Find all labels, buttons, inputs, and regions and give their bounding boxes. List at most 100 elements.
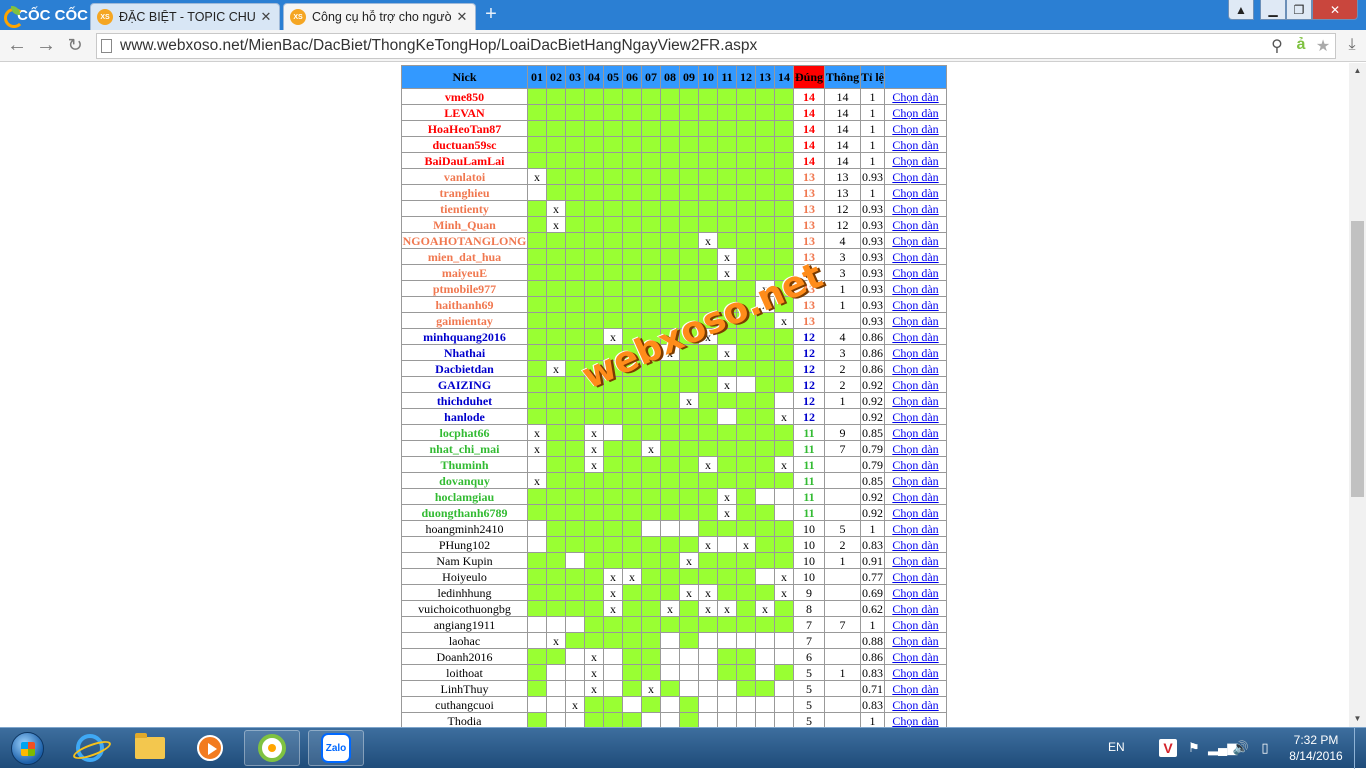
chon-dan-link[interactable]: Chọn dàn bbox=[892, 106, 938, 120]
chon-dan-link[interactable]: Chọn dàn bbox=[892, 538, 938, 552]
row-dung-count: 14 bbox=[793, 136, 825, 153]
url-text[interactable]: www.webxoso.net/MienBac/DacBiet/ThongKeT… bbox=[120, 37, 757, 55]
empty-cell bbox=[660, 712, 680, 727]
chon-dan-link[interactable]: Chọn dàn bbox=[892, 410, 938, 424]
chon-dan-link[interactable]: Chọn dàn bbox=[892, 298, 938, 312]
tab-cong-cu-ho-tro[interactable]: XS Công cụ hỗ trợ cho người ✕ bbox=[283, 3, 476, 30]
download-icon[interactable]: ⤓ bbox=[1342, 36, 1362, 56]
taskbar-zalo[interactable]: Zalo bbox=[308, 730, 364, 766]
empty-cell bbox=[527, 520, 547, 537]
chon-dan-link[interactable]: Chọn dàn bbox=[892, 602, 938, 616]
network-signal-icon[interactable]: ▂▄▆ bbox=[1208, 739, 1237, 757]
chon-dan-link[interactable]: Chọn dàn bbox=[892, 202, 938, 216]
close-window-icon[interactable]: ✕ bbox=[1312, 0, 1358, 20]
header-day-02: 02 bbox=[546, 65, 566, 89]
hit-cell bbox=[584, 168, 604, 185]
chon-dan-link[interactable]: Chọn dàn bbox=[892, 138, 938, 152]
action-center-flag-icon[interactable]: ⚑ bbox=[1185, 739, 1203, 757]
taskbar-media-player[interactable] bbox=[182, 730, 238, 766]
chon-dan-link[interactable]: Chọn dàn bbox=[892, 266, 938, 280]
new-tab-plus-icon[interactable]: + bbox=[481, 4, 501, 25]
restore-window-icon[interactable]: ❐ bbox=[1286, 0, 1312, 20]
chon-dan-link[interactable]: Chọn dàn bbox=[892, 154, 938, 168]
chon-dan-link[interactable]: Chọn dàn bbox=[892, 442, 938, 456]
hit-cell bbox=[660, 504, 680, 521]
chon-dan-link[interactable]: Chọn dàn bbox=[892, 218, 938, 232]
chon-dan-link[interactable]: Chọn dàn bbox=[892, 698, 938, 712]
taskbar-coccoc[interactable] bbox=[244, 730, 300, 766]
chon-dan-link[interactable]: Chọn dàn bbox=[892, 394, 938, 408]
chon-dan-link[interactable]: Chọn dàn bbox=[892, 378, 938, 392]
volume-speaker-icon[interactable]: 🔊 bbox=[1232, 739, 1250, 757]
browser-toolbar: ← → ↻ www.webxoso.net/MienBac/DacBiet/Th… bbox=[0, 30, 1366, 62]
chon-dan-link[interactable]: Chọn dàn bbox=[892, 426, 938, 440]
chon-dan-link[interactable]: Chọn dàn bbox=[892, 250, 938, 264]
minimize-window-icon[interactable]: ▁ bbox=[1260, 0, 1286, 20]
taskbar-file-explorer[interactable] bbox=[122, 730, 178, 766]
start-button[interactable] bbox=[2, 729, 52, 767]
user-profile-icon[interactable]: ▲ bbox=[1228, 0, 1254, 20]
forward-arrow-icon[interactable]: → bbox=[35, 35, 57, 57]
row-dung-count: 11 bbox=[793, 488, 825, 505]
chon-dan-link[interactable]: Chọn dàn bbox=[892, 90, 938, 104]
unikey-v-icon[interactable]: V bbox=[1159, 739, 1177, 757]
hit-cell bbox=[603, 488, 623, 505]
chon-dan-link[interactable]: Chọn dàn bbox=[892, 554, 938, 568]
chon-dan-link[interactable]: Chọn dàn bbox=[892, 586, 938, 600]
hit-cell bbox=[565, 408, 585, 425]
system-clock[interactable]: 7:32 PM 8/14/2016 bbox=[1284, 732, 1348, 764]
row-dung-count: 10 bbox=[793, 552, 825, 569]
chon-dan-link[interactable]: Chọn dàn bbox=[892, 330, 938, 344]
page-scrollbar[interactable]: ▲ ▼ bbox=[1349, 63, 1366, 727]
hit-cell bbox=[736, 200, 756, 217]
chon-dan-link[interactable]: Chọn dàn bbox=[892, 458, 938, 472]
tab-dac-biet-topic[interactable]: XS ĐẶC BIỆT - TOPIC CHUYÊN ✕ bbox=[90, 3, 280, 30]
chon-dan-link[interactable]: Chọn dàn bbox=[892, 522, 938, 536]
chon-dan-link[interactable]: Chọn dàn bbox=[892, 314, 938, 328]
vietnamese-input-icon[interactable]: ả bbox=[1291, 36, 1311, 56]
address-bar[interactable]: www.webxoso.net/MienBac/DacBiet/ThongKeT… bbox=[96, 33, 1336, 59]
scroll-down-arrow-icon[interactable]: ▼ bbox=[1349, 711, 1366, 727]
chon-dan-link[interactable]: Chọn dàn bbox=[892, 666, 938, 680]
hit-cell bbox=[736, 472, 756, 489]
bookmark-star-icon[interactable]: ★ bbox=[1313, 36, 1333, 56]
row-nick: Minh_Quan bbox=[401, 216, 528, 233]
zoom-magnifier-icon[interactable]: ⚲ bbox=[1267, 36, 1287, 56]
chon-dan-link[interactable]: Chọn dàn bbox=[892, 682, 938, 696]
chon-dan-link[interactable]: Chọn dàn bbox=[892, 346, 938, 360]
hit-cell bbox=[622, 152, 642, 169]
chon-dan-link[interactable]: Chọn dàn bbox=[892, 234, 938, 248]
chon-dan-link[interactable]: Chọn dàn bbox=[892, 650, 938, 664]
chon-dan-link[interactable]: Chọn dàn bbox=[892, 618, 938, 632]
coccoc-logo[interactable]: CỐC CỐC bbox=[0, 0, 88, 30]
chon-dan-link[interactable]: Chọn dàn bbox=[892, 634, 938, 648]
chon-dan-link[interactable]: Chọn dàn bbox=[892, 122, 938, 136]
scroll-up-arrow-icon[interactable]: ▲ bbox=[1349, 63, 1366, 79]
chon-dan-link[interactable]: Chọn dàn bbox=[892, 362, 938, 376]
row-thong-count bbox=[824, 456, 861, 473]
miss-mark-cell: x bbox=[546, 216, 566, 233]
hit-cell bbox=[565, 232, 585, 249]
language-indicator[interactable]: EN bbox=[1108, 740, 1125, 754]
tab-close-icon[interactable]: ✕ bbox=[455, 9, 469, 25]
hit-cell bbox=[736, 232, 756, 249]
hit-cell bbox=[584, 152, 604, 169]
hit-cell bbox=[660, 104, 680, 121]
hit-cell bbox=[660, 280, 680, 297]
chon-dan-link[interactable]: Chọn dàn bbox=[892, 506, 938, 520]
scrollbar-thumb[interactable] bbox=[1351, 221, 1364, 497]
chon-dan-link[interactable]: Chọn dàn bbox=[892, 474, 938, 488]
chon-dan-link[interactable]: Chọn dàn bbox=[892, 186, 938, 200]
chon-dan-link[interactable]: Chọn dàn bbox=[892, 282, 938, 296]
chon-dan-link[interactable]: Chọn dàn bbox=[892, 570, 938, 584]
taskbar-ie[interactable] bbox=[62, 730, 118, 766]
back-arrow-icon[interactable]: ← bbox=[6, 35, 28, 57]
chon-dan-link[interactable]: Chọn dàn bbox=[892, 170, 938, 184]
chon-dan-link[interactable]: Chọn dàn bbox=[892, 714, 938, 728]
show-desktop-button[interactable] bbox=[1354, 728, 1366, 769]
battery-icon[interactable]: ▯ bbox=[1256, 739, 1274, 757]
hit-cell bbox=[622, 392, 642, 409]
chon-dan-link[interactable]: Chọn dàn bbox=[892, 490, 938, 504]
reload-icon[interactable]: ↻ bbox=[64, 35, 86, 57]
tab-close-icon[interactable]: ✕ bbox=[259, 9, 273, 25]
